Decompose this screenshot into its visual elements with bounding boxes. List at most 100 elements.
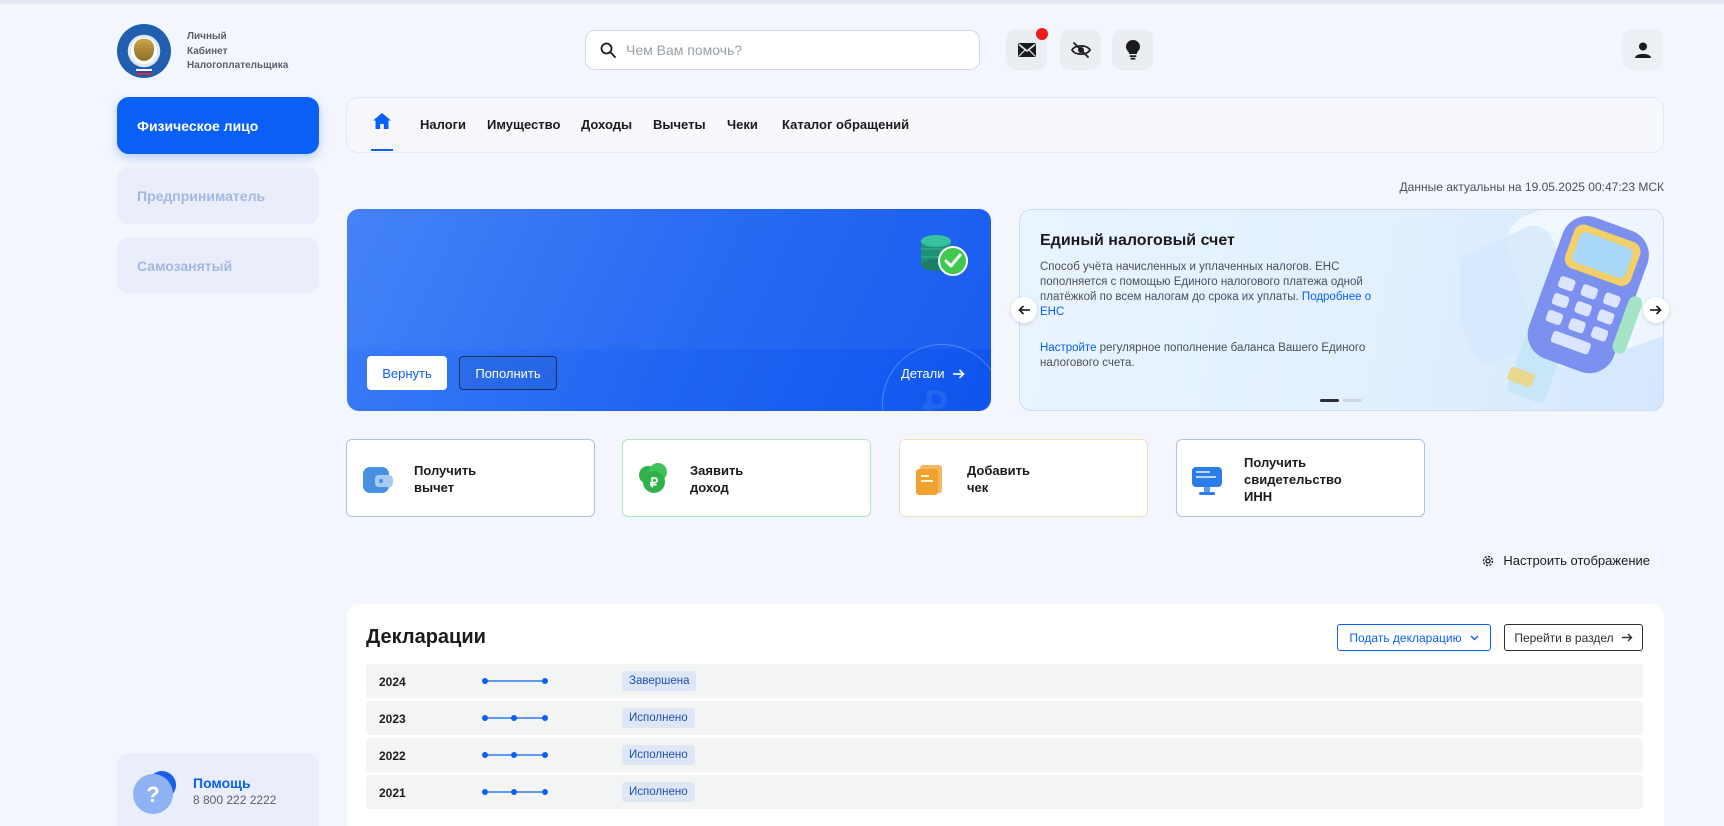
ens-balance-card: ₽ Вернуть Пополнить Детали [347,209,991,411]
payment-terminal-illustration [1460,210,1663,403]
svg-text:₽: ₽ [650,475,659,490]
label-line: Получить [414,463,477,478]
svg-text:?: ? [146,782,159,807]
sidebar-item-entrepreneur[interactable]: Предприниматель [117,167,319,224]
quick-action-get-inn-certificate[interactable]: Получить свидетельство ИНН [1176,439,1425,517]
help-phone[interactable]: 8 800 222 2222 [193,793,276,807]
declaration-row[interactable]: 2021 Исполнено [366,775,1643,809]
declarations-title: Декларации [366,626,486,648]
main-nav: Налоги Имущество Доходы Вычеты Чеки Ката… [346,97,1664,153]
quick-action-get-deduction[interactable]: Получить вычет [346,439,595,517]
quick-action-label: Добавить чек [967,462,1030,496]
help-question-icon: ? [133,771,176,814]
profile-button[interactable] [1622,29,1663,70]
help-title: Помощь [193,775,251,791]
ens-promo-carousel: Единый налоговый счет Способ учёта начис… [1019,209,1664,411]
progress-stepper [482,752,548,758]
carousel-dot[interactable] [1343,399,1362,402]
notification-dot [1036,28,1048,40]
arrow-right-icon [1650,305,1662,315]
declaration-row[interactable]: 2022 Исполнено [366,738,1643,772]
quick-action-label: Получить свидетельство ИНН [1244,454,1342,505]
receipt-icon [916,465,942,495]
declaration-year: 2022 [379,749,406,763]
search-input[interactable] [626,42,946,58]
label-line: вычет [414,480,455,495]
carousel-dot[interactable] [1320,399,1339,402]
fns-logo[interactable] [117,24,171,78]
chevron-down-icon [1470,635,1479,640]
status-badge: Исполнено [622,745,695,765]
declaration-year: 2024 [379,675,406,689]
status-badge: Завершена [622,671,697,691]
quick-action-add-receipt[interactable]: Добавить чек [899,439,1148,517]
card-top-area [347,209,991,349]
sidebar-item-label: Физическое лицо [137,117,259,134]
eye-off-icon [1070,41,1091,58]
nav-item-deductions[interactable]: Вычеты [653,117,706,132]
money-cloud-icon: ₽ [639,463,667,493]
logo-line: Налогоплательщика [187,60,289,71]
mail-icon [1017,42,1036,57]
nav-item-income[interactable]: Доходы [581,117,632,132]
coins-check-icon [921,235,968,276]
promo-title: Единый налоговый счет [1040,232,1235,249]
submit-declaration-dropdown[interactable]: Подать декларацию [1337,624,1491,651]
visibility-toggle-button[interactable] [1060,29,1101,70]
quick-action-label: Заявить доход [690,462,743,496]
progress-stepper [482,715,548,721]
quick-action-declare-income[interactable]: ₽ Заявить доход [622,439,871,517]
data-timestamp: Данные актуальны на 19.05.2025 00:47:23 … [1399,180,1664,194]
monitor-icon [1192,467,1222,495]
user-icon [1634,42,1651,58]
label-line: доход [690,480,729,495]
carousel-indicators [1320,399,1362,402]
flag-ribbon [136,69,152,75]
label-line: свидетельство [1244,472,1342,487]
gear-icon [1483,555,1494,566]
label-line: Добавить [967,463,1030,478]
mail-button[interactable] [1006,28,1048,70]
nav-item-taxes[interactable]: Налоги [420,117,466,132]
configure-display-link[interactable]: Настроить отображение [1481,553,1650,568]
declaration-row[interactable]: 2023 Исполнено [366,701,1643,735]
declaration-year: 2021 [379,786,406,800]
configure-label: Настроить отображение [1503,553,1650,568]
promo-setup-link[interactable]: Настройте [1040,342,1096,354]
nav-item-receipts[interactable]: Чеки [727,117,758,132]
promo-setup-text: Настройте регулярное пополнение баланса … [1040,341,1390,371]
quick-action-label: Получить вычет [414,462,476,496]
nav-active-indicator [371,149,393,151]
arrow-right-icon [952,368,965,379]
details-link[interactable]: Детали [901,366,965,381]
nav-item-requests-catalog[interactable]: Каталог обращений [782,117,909,132]
promo-description: Способ учёта начисленных и уплаченных на… [1040,260,1390,320]
help-widget[interactable]: ? Помощь 8 800 222 2222 [117,753,319,826]
label-line: Получить [1244,455,1307,470]
search-box[interactable] [585,30,980,70]
tips-button[interactable] [1112,29,1153,70]
declarations-section: Декларации Подать декларацию Перейти в р… [347,604,1664,826]
label-line: Заявить [690,463,744,478]
carousel-next-button[interactable] [1643,297,1669,323]
logo-line: Кабинет [187,45,228,57]
sidebar-item-self-employed[interactable]: Самозанятый [117,237,319,294]
home-icon [373,113,391,129]
go-to-section-button[interactable]: Перейти в раздел [1504,624,1643,651]
submit-declaration-label: Подать декларацию [1349,630,1462,645]
logo-line: Личный [187,31,227,42]
nav-item-property[interactable]: Имущество [487,117,560,132]
details-label: Детали [901,366,945,381]
carousel-prev-button[interactable] [1011,297,1037,323]
declaration-row[interactable]: 2024 Завершена [366,664,1643,698]
nav-home[interactable] [371,113,395,151]
progress-stepper [482,789,548,795]
label-line: ИНН [1244,489,1273,504]
lightbulb-icon [1125,39,1140,60]
declaration-year: 2023 [379,712,406,726]
status-badge: Исполнено [622,782,695,802]
sidebar-item-individual[interactable]: Физическое лицо [117,97,319,154]
arrow-left-icon [1018,305,1030,315]
topup-button[interactable]: Пополнить [459,356,557,390]
return-button[interactable]: Вернуть [367,356,447,390]
